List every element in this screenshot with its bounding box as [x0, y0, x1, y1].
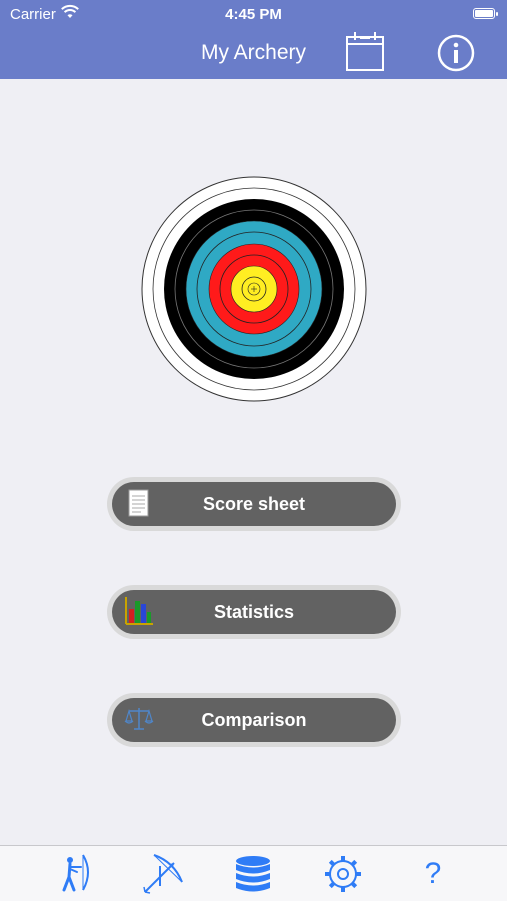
status-bar: Carrier 4:45 PM: [0, 0, 507, 30]
archer-icon: [62, 854, 89, 892]
statistics-button[interactable]: Statistics: [107, 585, 401, 639]
archery-target: [141, 176, 367, 402]
tab-help[interactable]: ?: [411, 852, 455, 896]
page-title: My Archery: [200, 41, 307, 64]
database-icon: [236, 856, 270, 892]
info-button[interactable]: [437, 34, 475, 72]
navigation-bar: Carrier 4:45 PM My Archery: [0, 0, 507, 79]
comparison-label: Comparison: [201, 709, 307, 730]
tab-database[interactable]: [231, 852, 275, 896]
comparison-button[interactable]: Comparison: [107, 693, 401, 747]
tab-bow[interactable]: [140, 852, 184, 896]
tab-archer[interactable]: [53, 852, 97, 896]
tab-settings[interactable]: [321, 852, 365, 896]
score-sheet-button[interactable]: Score sheet: [107, 477, 401, 531]
score-sheet-label: Score sheet: [202, 493, 306, 514]
statistics-label: Statistics: [213, 601, 295, 622]
status-time: 4:45 PM: [225, 6, 282, 23]
help-icon: ?: [424, 857, 442, 890]
calendar-button[interactable]: [345, 30, 385, 72]
calendar-icon: [346, 32, 384, 71]
info-icon: [437, 34, 475, 72]
gear-icon: [325, 856, 361, 892]
tab-bar: ?: [0, 845, 507, 901]
battery-icon: [473, 8, 498, 19]
bow-arrow-icon: [143, 854, 183, 894]
